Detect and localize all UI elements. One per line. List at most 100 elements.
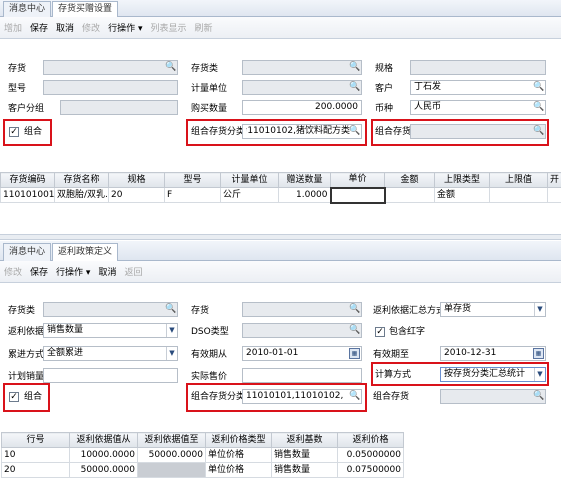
column-header[interactable]: 规格 bbox=[108, 172, 165, 188]
currency-field[interactable]: 人民币 🔍 bbox=[410, 100, 546, 115]
column-header[interactable]: 存货编码 bbox=[0, 172, 55, 188]
dso-type-field[interactable]: 🔍 bbox=[242, 323, 362, 338]
table-cell[interactable]: 50000.0000 bbox=[69, 462, 138, 478]
column-header[interactable]: 存货名称 bbox=[54, 172, 109, 188]
row-operation-menu[interactable]: 行操作 ▾ bbox=[108, 21, 142, 34]
customer-group-field[interactable] bbox=[60, 100, 178, 115]
column-header[interactable]: 返利基数 bbox=[271, 432, 338, 448]
search-icon[interactable]: 🔍 bbox=[349, 82, 360, 93]
search-icon[interactable]: 🔍 bbox=[349, 126, 360, 137]
combo-class-field[interactable]: 11010101,11010102, 🔍 bbox=[242, 389, 362, 404]
inventory-class-field[interactable]: 🔍 bbox=[242, 60, 362, 75]
table-row[interactable]: 10 10000.0000 50000.0000 单位价格 销售数量 0.050… bbox=[1, 447, 404, 463]
inventory-class-field[interactable]: 🔍 bbox=[43, 302, 178, 317]
search-icon[interactable]: 🔍 bbox=[349, 391, 360, 402]
spec-field[interactable] bbox=[410, 60, 546, 75]
table-cell[interactable]: 1101010010... bbox=[0, 187, 55, 203]
cancel-button[interactable]: 取消 bbox=[98, 265, 116, 278]
chevron-down-icon[interactable]: ▼ bbox=[534, 303, 545, 316]
table-cell[interactable]: 单位价格 bbox=[205, 447, 272, 463]
list-view-button[interactable]: 列表显示 bbox=[150, 21, 186, 34]
table-cell[interactable]: 20 bbox=[108, 187, 165, 203]
column-header[interactable]: 返利价格 bbox=[337, 432, 404, 448]
purchase-qty-field[interactable]: 200.0000 bbox=[242, 100, 362, 115]
calc-method-select[interactable]: 按存货分类汇总统计 ▼ bbox=[440, 367, 546, 382]
table-cell[interactable]: F bbox=[164, 187, 221, 203]
column-header[interactable]: 计量单位 bbox=[220, 172, 279, 188]
search-icon[interactable]: 🔍 bbox=[533, 391, 544, 402]
table-cell[interactable]: 20 bbox=[1, 462, 70, 478]
inventory-field[interactable]: 🔍 bbox=[43, 60, 178, 75]
tab-inventory-gift-setting[interactable]: 存货买赠设置 bbox=[52, 1, 119, 17]
column-header[interactable]: 返利价格类型 bbox=[205, 432, 272, 448]
table-row[interactable]: 20 50000.0000 单位价格 销售数量 0.07500000 bbox=[1, 462, 404, 478]
unit-field[interactable]: 🔍 bbox=[242, 80, 362, 95]
inventory-field[interactable]: 🔍 bbox=[242, 302, 362, 317]
summary-method-select[interactable]: 单存货 ▼ bbox=[440, 302, 546, 317]
valid-from-field[interactable]: 2010-01-01 ▦ bbox=[242, 346, 362, 361]
table-cell[interactable]: 双胞胎/双乳... bbox=[54, 187, 109, 203]
table-cell[interactable]: 50000.0000 bbox=[137, 447, 206, 463]
combo-checkbox[interactable]: ✓ bbox=[9, 127, 19, 137]
table-row[interactable]: 1101010010... 双胞胎/双乳... 20 F 公斤 1.0000 金… bbox=[0, 186, 561, 204]
table-cell[interactable] bbox=[547, 187, 561, 203]
table-cell[interactable] bbox=[384, 187, 435, 203]
save-button[interactable]: 保存 bbox=[30, 265, 48, 278]
column-header[interactable]: 赠送数量 bbox=[278, 172, 331, 188]
table-cell[interactable]: 销售数量 bbox=[271, 462, 338, 478]
cancel-button[interactable]: 取消 bbox=[56, 21, 74, 34]
column-header[interactable]: 返利依据值从 bbox=[69, 432, 138, 448]
column-header[interactable]: 行号 bbox=[1, 432, 70, 448]
modify-button[interactable]: 修改 bbox=[4, 265, 22, 278]
column-header[interactable]: 单价 bbox=[330, 172, 385, 188]
modify-button[interactable]: 修改 bbox=[82, 21, 100, 34]
search-icon[interactable]: 🔍 bbox=[165, 304, 176, 315]
accum-method-select[interactable]: 全额累进 ▼ bbox=[43, 346, 178, 361]
combo-class-field[interactable]: 存货分类#11010102,猪饮料配方类🔍 bbox=[242, 124, 362, 139]
table-cell[interactable]: 金额 bbox=[434, 187, 490, 203]
search-icon[interactable]: 🔍 bbox=[349, 304, 360, 315]
back-button[interactable]: 返回 bbox=[124, 265, 142, 278]
column-header[interactable]: 金额 bbox=[384, 172, 435, 188]
table-cell[interactable]: 公斤 bbox=[220, 187, 279, 203]
search-icon[interactable]: 🔍 bbox=[349, 62, 360, 73]
search-icon[interactable]: 🔍 bbox=[349, 325, 360, 336]
table-cell[interactable]: 10 bbox=[1, 447, 70, 463]
search-icon[interactable]: 🔍 bbox=[533, 102, 544, 113]
search-icon[interactable]: 🔍 bbox=[533, 82, 544, 93]
table-cell[interactable] bbox=[329, 186, 386, 204]
combo-inventory-field[interactable]: 🔍 bbox=[440, 389, 546, 404]
combo-checkbox[interactable]: ✓ bbox=[9, 392, 19, 402]
column-header[interactable]: 上限类型 bbox=[434, 172, 490, 188]
add-button[interactable]: 增加 bbox=[4, 21, 22, 34]
table-cell[interactable]: 销售数量 bbox=[271, 447, 338, 463]
chevron-down-icon[interactable]: ▼ bbox=[534, 368, 545, 381]
table-cell[interactable]: 1.0000 bbox=[278, 187, 331, 203]
tab-rebate-policy[interactable]: 返利政策定义 bbox=[52, 243, 119, 261]
include-red-checkbox[interactable]: ✓ bbox=[375, 327, 385, 337]
table-cell[interactable]: 10000.0000 bbox=[69, 447, 138, 463]
save-button[interactable]: 保存 bbox=[30, 21, 48, 34]
column-header[interactable]: 型号 bbox=[164, 172, 221, 188]
table-cell[interactable]: 0.07500000 bbox=[337, 462, 404, 478]
calendar-icon[interactable]: ▦ bbox=[349, 348, 360, 359]
refresh-button[interactable]: 刷新 bbox=[195, 21, 213, 34]
search-icon[interactable]: 🔍 bbox=[533, 126, 544, 137]
chevron-down-icon[interactable]: ▼ bbox=[166, 324, 177, 337]
row-operation-menu[interactable]: 行操作 ▾ bbox=[56, 265, 90, 278]
search-icon[interactable]: 🔍 bbox=[165, 62, 176, 73]
tab-message-center[interactable]: 消息中心 bbox=[3, 243, 52, 261]
tab-message-center[interactable]: 消息中心 bbox=[3, 1, 52, 17]
valid-to-field[interactable]: 2010-12-31 ▦ bbox=[440, 346, 546, 361]
calendar-icon[interactable]: ▦ bbox=[533, 348, 544, 359]
table-cell[interactable]: 0.05000000 bbox=[337, 447, 404, 463]
table-cell[interactable] bbox=[137, 462, 206, 478]
plan-sales-field[interactable] bbox=[43, 368, 178, 383]
combo-inventory-field[interactable]: 🔍 bbox=[410, 124, 546, 139]
rebate-basis-select[interactable]: 销售数量 ▼ bbox=[43, 323, 178, 338]
customer-field[interactable]: 丁石发 🔍 bbox=[410, 80, 546, 95]
column-header[interactable]: 开 bbox=[547, 172, 561, 188]
model-field[interactable] bbox=[43, 80, 178, 95]
chevron-down-icon[interactable]: ▼ bbox=[166, 347, 177, 360]
actual-price-field[interactable] bbox=[242, 368, 362, 383]
